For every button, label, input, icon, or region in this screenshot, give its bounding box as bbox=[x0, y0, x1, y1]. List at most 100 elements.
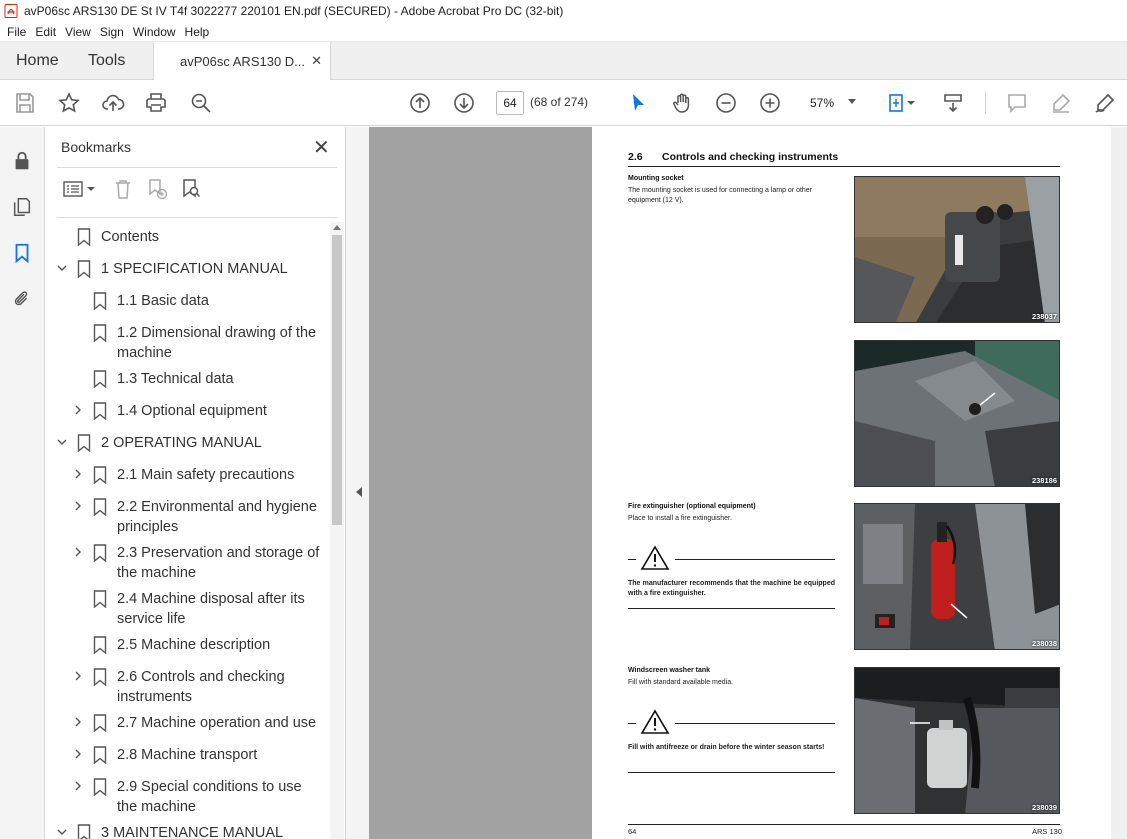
chevron-down-icon[interactable] bbox=[57, 437, 67, 447]
bookmark-icon bbox=[93, 778, 107, 796]
bookmark-icon bbox=[93, 324, 107, 342]
bookmark-icon bbox=[93, 498, 107, 516]
toolbar: 64 (68 of 274) 57% bbox=[0, 80, 1127, 126]
chevron-right-icon[interactable] bbox=[73, 547, 83, 557]
find-bookmark-icon[interactable] bbox=[179, 177, 203, 201]
hand-tool-icon[interactable] bbox=[669, 90, 695, 116]
photo-washer-tank: 238039 bbox=[854, 667, 1060, 814]
menu-sign[interactable]: Sign bbox=[100, 25, 124, 39]
menu-edit[interactable]: Edit bbox=[35, 25, 56, 39]
chevron-right-icon[interactable] bbox=[73, 501, 83, 511]
tab-home[interactable]: Home bbox=[16, 42, 59, 80]
chevron-right-icon[interactable] bbox=[73, 469, 83, 479]
zoom-in-icon[interactable] bbox=[757, 90, 783, 116]
photo-code: 238039 bbox=[1031, 803, 1057, 812]
bookmark-machine-disposal[interactable]: 2.4 Machine disposal after its service l… bbox=[45, 589, 328, 629]
bookmark-icon bbox=[93, 370, 107, 388]
zoom-value: 57% bbox=[810, 96, 835, 110]
highlight-pen-icon[interactable] bbox=[1048, 90, 1074, 116]
mounting-socket-photo-image bbox=[855, 177, 1059, 322]
menu-bar: File Edit View Sign Window Help bbox=[0, 22, 1127, 42]
washer-tank-photo-image bbox=[855, 668, 1059, 813]
lock-icon[interactable] bbox=[10, 149, 34, 173]
chevron-right-icon[interactable] bbox=[73, 717, 83, 727]
warning-text: Fill with antifreeze or drain before the… bbox=[628, 744, 825, 751]
section-heading: 2.6 Controls and checking instruments bbox=[628, 151, 1060, 167]
attachments-icon[interactable] bbox=[10, 287, 34, 311]
bookmark-preservation-storage[interactable]: 2.3 Preservation and storage of the mach… bbox=[45, 543, 328, 583]
bookmarks-panel: Bookmarks ✕ Contents 1 SPECIFICATION MAN… bbox=[45, 127, 345, 839]
comment-icon[interactable] bbox=[1004, 90, 1030, 116]
acrobat-pdf-icon bbox=[4, 4, 18, 18]
bookmark-icon bbox=[93, 466, 107, 484]
menu-window[interactable]: Window bbox=[133, 25, 176, 39]
search-zoom-icon[interactable] bbox=[188, 90, 214, 116]
tab-tools[interactable]: Tools bbox=[88, 42, 125, 80]
menu-help[interactable]: Help bbox=[185, 25, 210, 39]
print-icon[interactable] bbox=[143, 90, 169, 116]
zoom-out-icon[interactable] bbox=[713, 90, 739, 116]
bookmark-icon bbox=[77, 434, 91, 452]
bookmark-icon bbox=[93, 590, 107, 608]
fit-page-chevron-icon[interactable] bbox=[905, 90, 917, 116]
scroll-up-icon[interactable] bbox=[333, 225, 341, 230]
bookmark-icon bbox=[77, 228, 91, 246]
bookmark-controls-checking[interactable]: 2.6 Controls and checking instruments bbox=[45, 667, 328, 707]
fire-extinguisher-text: Place to install a fire extinguisher. bbox=[628, 515, 732, 522]
photo-code: 238186 bbox=[1031, 476, 1057, 485]
close-panel-icon[interactable]: ✕ bbox=[313, 135, 330, 160]
next-page-icon[interactable] bbox=[451, 90, 477, 116]
scroll-mode-icon[interactable] bbox=[940, 90, 966, 116]
menu-view[interactable]: View bbox=[65, 25, 91, 39]
previous-page-icon[interactable] bbox=[407, 90, 433, 116]
save-icon[interactable] bbox=[12, 90, 38, 116]
bookmarks-panel-icon[interactable] bbox=[10, 241, 34, 265]
bookmark-icon bbox=[77, 824, 91, 839]
bookmark-star-icon[interactable] bbox=[56, 90, 82, 116]
delete-bookmark-icon[interactable] bbox=[111, 177, 135, 201]
bookmarks-scrollbar[interactable] bbox=[330, 222, 344, 839]
tab-document[interactable]: avP06sc ARS130 D... ✕ bbox=[153, 42, 331, 81]
page-count: (68 of 274) bbox=[530, 95, 589, 109]
new-bookmark-icon[interactable] bbox=[145, 177, 169, 201]
fire-extinguisher-photo-image bbox=[855, 504, 1059, 649]
collapse-panel-icon[interactable] bbox=[356, 487, 362, 497]
navigation-rail bbox=[0, 127, 45, 839]
menu-file[interactable]: File bbox=[7, 25, 26, 39]
scrollbar-thumb[interactable] bbox=[332, 235, 342, 525]
chevron-right-icon[interactable] bbox=[73, 781, 83, 791]
document-viewer[interactable]: 2.6 Controls and checking instruments Mou… bbox=[369, 127, 1127, 839]
document-scrollbar[interactable] bbox=[1111, 127, 1127, 839]
zoom-dropdown[interactable]: 57% bbox=[800, 91, 864, 115]
chevron-down-icon[interactable] bbox=[57, 263, 67, 273]
bookmark-dimensional-drawing[interactable]: 1.2 Dimensional drawing of the machine bbox=[45, 323, 328, 363]
bookmark-icon bbox=[93, 714, 107, 732]
select-cursor-icon[interactable] bbox=[625, 90, 651, 116]
chevron-down-icon bbox=[848, 99, 856, 104]
tab-bar: Home Tools avP06sc ARS130 D... ✕ bbox=[0, 42, 1127, 81]
photo-code: 238037 bbox=[1031, 312, 1057, 321]
warning-text: The manufacturer recommends that the mac… bbox=[628, 580, 835, 597]
chevron-right-icon[interactable] bbox=[73, 671, 83, 681]
bookmark-icon bbox=[93, 402, 107, 420]
upload-cloud-icon[interactable] bbox=[100, 90, 126, 116]
chevron-right-icon[interactable] bbox=[73, 405, 83, 415]
bookmark-icon bbox=[93, 292, 107, 310]
warning-triangle-icon bbox=[640, 709, 670, 734]
bookmark-environmental-principles[interactable]: 2.2 Environmental and hygiene principles bbox=[45, 497, 328, 537]
photo-fire-extinguisher: 238038 bbox=[854, 503, 1060, 650]
chevron-down-icon[interactable] bbox=[57, 827, 67, 837]
bookmarks-title: Bookmarks bbox=[61, 139, 132, 155]
fill-sign-icon[interactable] bbox=[1092, 90, 1118, 116]
footer-divider bbox=[628, 824, 1060, 825]
close-tab-icon[interactable]: ✕ bbox=[311, 53, 322, 69]
page-thumbnails-icon[interactable] bbox=[10, 195, 34, 219]
panel-divider bbox=[57, 217, 337, 218]
options-menu-icon[interactable] bbox=[61, 177, 97, 201]
page-number-input[interactable]: 64 bbox=[496, 91, 524, 115]
chevron-right-icon[interactable] bbox=[73, 749, 83, 759]
footer-page-number: 64 bbox=[628, 827, 637, 836]
window-title: avP06sc ARS130 DE St IV T4f 3022277 2201… bbox=[24, 4, 564, 18]
panel-splitter[interactable] bbox=[345, 127, 369, 839]
bookmark-special-conditions[interactable]: 2.9 Special conditions to use the machin… bbox=[45, 777, 328, 817]
